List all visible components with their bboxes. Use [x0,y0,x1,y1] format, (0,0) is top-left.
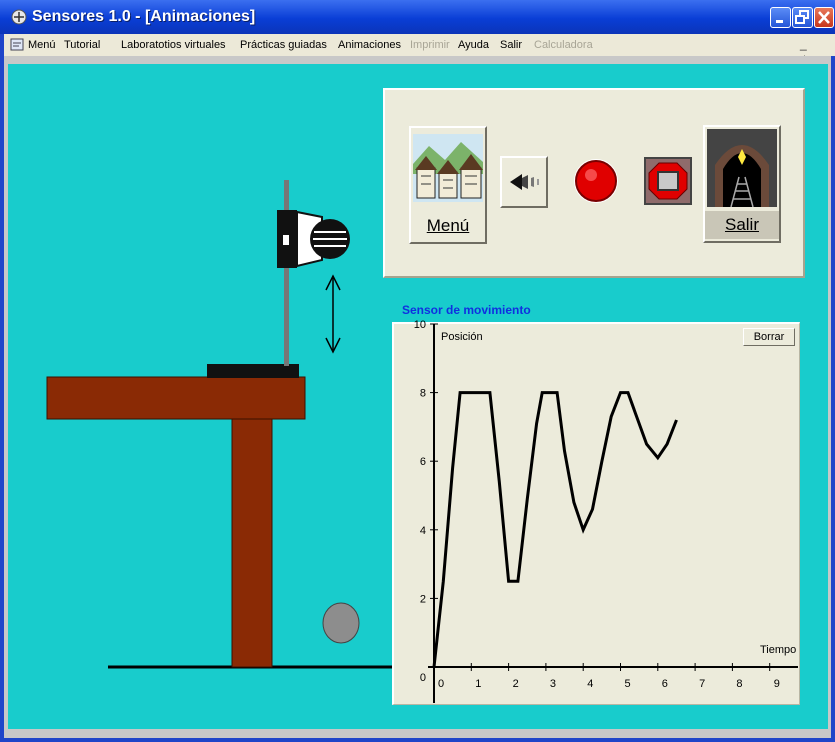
stop-icon [644,157,692,205]
exit-button[interactable]: Salir [703,125,781,243]
chart-panel [392,322,800,705]
menu-button-label: Menú [426,216,470,235]
table-leg [231,418,273,668]
back-button[interactable] [500,156,548,208]
app-window: Sensores 1.0 - [Animaciones] Menú Tutori… [0,0,835,742]
stop-button[interactable] [643,153,693,208]
record-button[interactable] [571,153,621,208]
back-arrow-icon [510,174,539,190]
menu-button[interactable]: Menú [409,126,487,244]
tunnel-icon [707,129,777,207]
ball [322,602,360,644]
stand-rod [284,180,289,366]
motion-sensor [277,210,350,268]
stand-base [207,364,299,378]
table-top [46,376,306,420]
double-arrow-icon [325,274,341,354]
clear-button[interactable]: Borrar [743,328,795,346]
exit-button-label: Salir [705,211,779,239]
village-icon [413,134,483,202]
chart-title: Sensor de movimiento [402,303,531,317]
toolbar-panel: Menú Salir [383,88,805,278]
record-icon [574,159,618,203]
